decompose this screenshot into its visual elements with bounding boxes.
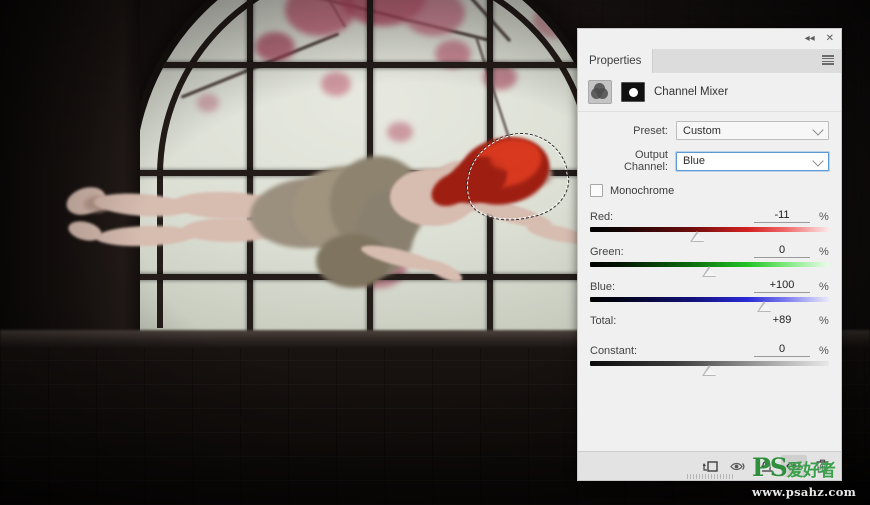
green-slider-value[interactable]: 0 — [754, 244, 810, 258]
properties-panel[interactable]: ◂◂ ✕ Properties Channel Mixer Preset: Cu… — [577, 28, 842, 481]
total-label: Total: — [590, 315, 617, 327]
tab-bar-filler — [653, 49, 841, 73]
blue-slider[interactable]: Blue: +100 % — [590, 279, 829, 312]
output-channel-row: Output Channel: Blue — [590, 149, 829, 173]
screenshot-root: ◂◂ ✕ Properties Channel Mixer Preset: Cu… — [0, 0, 870, 505]
green-percent-symbol: % — [819, 246, 829, 258]
toggle-visibility-button[interactable] — [781, 455, 807, 477]
total-value: +89 — [772, 314, 792, 326]
green-slider[interactable]: Green: 0 % — [590, 244, 829, 277]
eye-arrow-icon — [729, 462, 744, 470]
green-slider-label: Green: — [590, 246, 624, 258]
close-icon[interactable]: ✕ — [826, 34, 834, 44]
blue-slider-label: Blue: — [590, 281, 616, 293]
total-percent-symbol: % — [819, 315, 829, 327]
green-slider-track[interactable] — [590, 262, 829, 277]
layer-mask-thumbnail[interactable] — [621, 82, 645, 102]
constant-slider-handle[interactable] — [702, 365, 717, 376]
constant-percent-symbol: % — [819, 345, 829, 357]
blue-slider-value[interactable]: +100 — [754, 279, 810, 293]
panel-tab-bar: Properties — [578, 49, 841, 73]
blue-slider-track[interactable] — [590, 297, 829, 312]
blue-percent-symbol: % — [819, 281, 829, 293]
constant-slider-track[interactable] — [590, 361, 829, 376]
clip-to-layer-icon — [702, 460, 718, 472]
trash-icon — [816, 459, 828, 473]
monochrome-checkbox[interactable] — [590, 184, 603, 197]
red-slider-handle[interactable] — [690, 231, 705, 242]
reset-adjustment-button[interactable] — [753, 455, 779, 477]
floating-woman-figure — [60, 123, 600, 350]
chevron-down-icon — [812, 124, 824, 136]
channel-mixer-icon — [588, 80, 612, 104]
marching-ants-selection — [455, 123, 577, 231]
preset-select[interactable]: Custom — [676, 121, 829, 140]
constant-value[interactable]: 0 — [754, 343, 810, 357]
preset-label: Preset: — [633, 124, 668, 137]
eye-icon — [786, 462, 802, 470]
constant-slider[interactable]: Constant: 0 % — [590, 343, 829, 376]
red-percent-symbol: % — [819, 211, 829, 223]
preset-value: Custom — [683, 124, 721, 137]
output-channel-label: Output Channel: — [623, 149, 668, 173]
red-slider-label: Red: — [590, 211, 614, 223]
red-slider-track[interactable] — [590, 227, 829, 242]
tab-properties-label: Properties — [589, 55, 642, 67]
red-slider-value[interactable]: -11 — [754, 209, 810, 223]
collapse-icon[interactable]: ◂◂ — [805, 34, 815, 44]
output-channel-select[interactable]: Blue — [676, 151, 829, 171]
monochrome-row[interactable]: Monochrome — [590, 184, 829, 197]
tab-properties[interactable]: Properties — [578, 49, 654, 73]
preset-row: Preset: Custom — [590, 121, 829, 140]
constant-label: Constant: — [590, 345, 638, 357]
total-row: Total: +89 % — [590, 314, 829, 327]
panel-title-bar: ◂◂ ✕ — [578, 29, 841, 49]
adjustment-header: Channel Mixer — [578, 73, 841, 112]
panel-menu-icon[interactable] — [822, 55, 834, 65]
delete-adjustment-button[interactable] — [809, 455, 835, 477]
green-slider-handle[interactable] — [702, 266, 717, 277]
blue-slider-handle[interactable] — [756, 301, 772, 312]
adjustment-title: Channel Mixer — [654, 86, 729, 98]
panel-resize-grip[interactable] — [686, 474, 733, 479]
output-channel-value: Blue — [683, 155, 706, 167]
chevron-down-icon — [812, 154, 824, 167]
red-slider[interactable]: Red: -11 % — [590, 209, 829, 242]
panel-body: Preset: Custom Output Channel: Blue Mono… — [578, 112, 841, 376]
monochrome-label: Monochrome — [610, 184, 675, 197]
reset-arrow-icon — [760, 460, 772, 472]
panel-bottom-toolbar — [578, 451, 841, 480]
